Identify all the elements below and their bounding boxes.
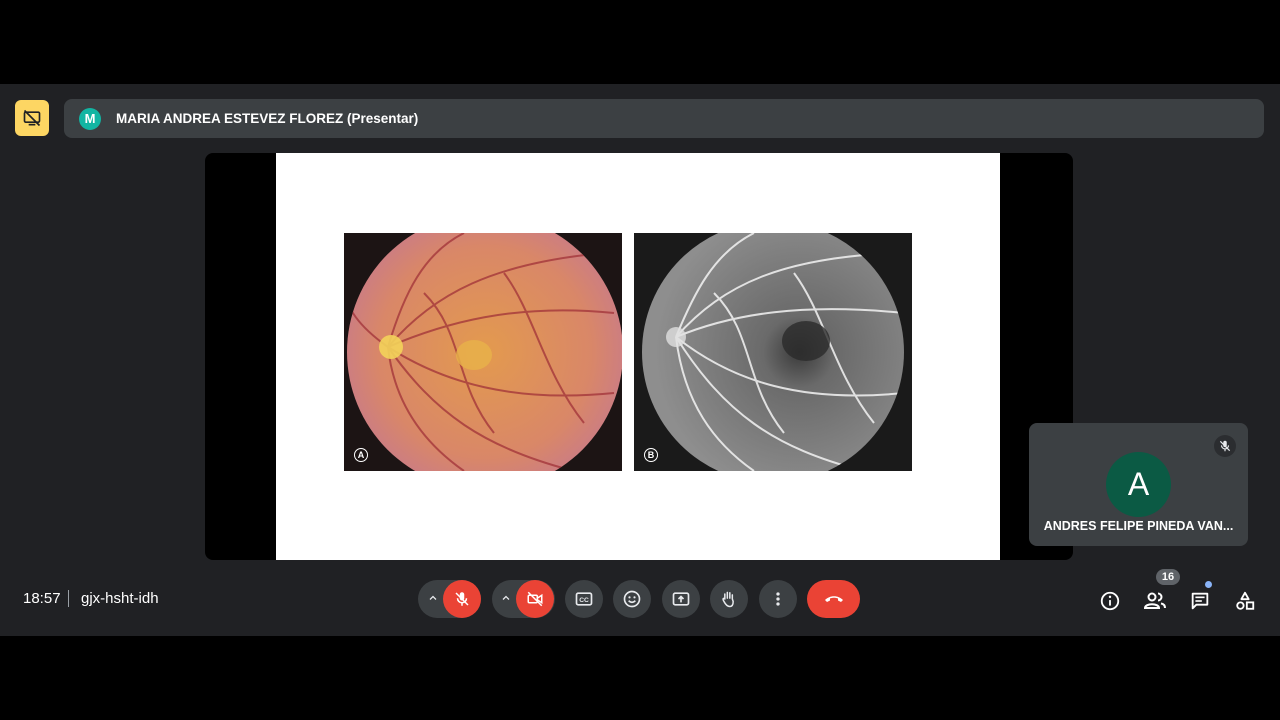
- camera-off-icon: [527, 591, 543, 607]
- participant-count-badge: 16: [1156, 569, 1180, 585]
- more-options-button[interactable]: [759, 580, 797, 618]
- leave-call-button[interactable]: [807, 580, 860, 618]
- panel-label-a: A: [354, 448, 368, 462]
- activities-icon: [1236, 591, 1255, 610]
- reactions-button[interactable]: [613, 580, 651, 618]
- chevron-up-icon: [429, 595, 437, 600]
- participant-tile[interactable]: A ANDRES FELIPE PINEDA VAN...: [1029, 423, 1248, 546]
- presenter-avatar: M: [79, 107, 101, 130]
- meeting-details-button[interactable]: [1098, 589, 1122, 613]
- microphone-button[interactable]: [443, 580, 481, 618]
- more-vert-icon: [776, 592, 780, 606]
- emoji-icon: [623, 590, 641, 608]
- call-end-icon: [824, 596, 843, 602]
- presentation-badge[interactable]: [15, 100, 49, 136]
- fundus-photo-a: A: [344, 233, 622, 471]
- chevron-up-icon: [502, 595, 510, 600]
- tile-mic-status: [1214, 435, 1236, 457]
- present-button[interactable]: [662, 580, 700, 618]
- video-options-caret[interactable]: [498, 590, 514, 606]
- raise-hand-button[interactable]: [710, 580, 748, 618]
- closed-captions-icon: CC: [575, 592, 593, 606]
- presentation-stage: A B: [205, 153, 1073, 560]
- slide: A B: [276, 153, 1000, 560]
- chat-icon: [1191, 592, 1209, 610]
- audio-options-caret[interactable]: [425, 590, 441, 606]
- present-screen-icon: [672, 592, 690, 606]
- presentation-off-icon: [23, 109, 41, 127]
- presenter-bar: M MARIA ANDREA ESTEVEZ FLOREZ (Presentar…: [64, 99, 1264, 138]
- meet-window: M MARIA ANDREA ESTEVEZ FLOREZ (Presentar…: [0, 84, 1280, 636]
- activities-button[interactable]: [1233, 589, 1257, 613]
- fundus-angiogram-b: B: [634, 233, 912, 471]
- people-button[interactable]: [1143, 589, 1167, 613]
- chat-button[interactable]: [1188, 589, 1212, 613]
- panel-label-b: B: [644, 448, 658, 462]
- presenter-name: MARIA ANDREA ESTEVEZ FLOREZ (Presentar): [116, 111, 419, 126]
- hand-icon: [722, 591, 734, 608]
- mic-off-icon: [1219, 440, 1231, 452]
- people-icon: [1143, 592, 1166, 609]
- control-bar: CC: [0, 580, 1280, 620]
- svg-text:CC: CC: [579, 597, 589, 604]
- camera-button[interactable]: [516, 580, 554, 618]
- participant-name: ANDRES FELIPE PINEDA VAN...: [1043, 519, 1234, 533]
- participant-avatar: A: [1106, 452, 1171, 517]
- captions-button[interactable]: CC: [565, 580, 603, 618]
- chat-notification-dot: [1205, 581, 1212, 588]
- mic-off-icon: [455, 592, 469, 606]
- info-icon: [1100, 591, 1120, 611]
